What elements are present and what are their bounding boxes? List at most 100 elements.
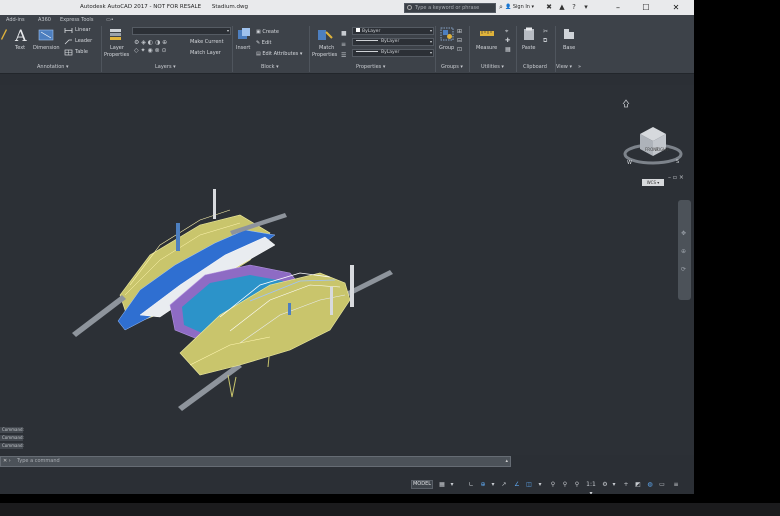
insert-button-label[interactable]: Insert [236,45,250,51]
search-go-icon[interactable]: ⌕ [497,3,505,11]
maximize-button[interactable]: ☐ [632,0,660,15]
block-group-label[interactable]: Block ▾ [261,64,279,70]
match-properties-icon[interactable] [317,27,333,41]
tab-options-icon[interactable]: ▭• [106,17,114,23]
measure-icon[interactable] [479,29,495,39]
dimension-icon[interactable] [38,27,54,41]
command-line[interactable]: ✕ › Type a command ▴ [0,456,511,467]
command-close-icon[interactable]: ✕ › [3,457,11,466]
linear-dim-icon[interactable] [64,27,73,34]
annotation-visibility-icon[interactable]: ⚲ [548,480,558,489]
edit-block-button[interactable]: ✎ Edit [256,40,271,46]
search-icon [407,5,412,10]
help-icon[interactable]: ? [570,3,578,11]
clean-screen-icon[interactable]: ▭ [657,480,667,489]
text-icon[interactable]: A [14,26,30,43]
polar-dropdown-icon[interactable]: ▾ [489,480,497,489]
leader-button-label[interactable]: Leader [75,38,92,44]
ortho-icon[interactable]: ∟ [467,480,475,489]
group-icon[interactable] [440,27,454,41]
lineweight-dropdown[interactable]: ByLayer ▾ [352,49,434,57]
create-block-button[interactable]: ▣ Create [256,29,279,35]
insert-block-icon[interactable] [236,27,252,41]
layer-properties-label-1[interactable]: Layer [110,45,124,51]
polar-tracking-icon[interactable]: ⊕ [478,480,488,489]
utility-tools-icons[interactable]: ⌖ ✚ ▦ [505,27,511,54]
minimize-button[interactable]: – [604,0,632,15]
annotation-monitor-icon[interactable]: + [621,480,631,489]
leader-icon[interactable] [64,38,73,45]
wcs-menu[interactable]: WCS ▾ [642,179,664,186]
isolate-objects-icon[interactable]: ◩ [633,480,643,489]
match-properties-label-2[interactable]: Properties [312,52,337,58]
viewcube[interactable]: FRONT RIGHT W S [618,96,688,176]
close-button[interactable]: ✕ [662,0,690,15]
base-view-icon[interactable] [562,27,576,41]
layer-tools-icons[interactable]: ⚙ ◈ ◐ ◑ ⊕ ◇ ✦ ◉ ⊗ ⊙ [134,39,184,59]
layer-dropdown[interactable]: ▾ [132,27,231,35]
pencil-icon[interactable] [0,27,8,41]
orbit-icon[interactable]: ⟳ [681,266,686,273]
tab-express-tools[interactable]: Express Tools [60,17,93,23]
color-dropdown[interactable]: ByLayer ▾ [352,27,434,35]
command-history-line: Command: [0,427,24,433]
hardware-acceleration-icon[interactable]: ◍ [645,480,655,489]
edit-attributes-button[interactable]: ▤ Edit Attributes ▾ [256,51,302,57]
linetype-dropdown[interactable]: ByLayer ▾ [352,38,434,46]
workspace-gear-icon[interactable]: ⚙ [600,480,610,489]
measure-button-label[interactable]: Measure [476,45,497,51]
match-properties-label-1[interactable]: Match [319,45,334,51]
utilities-group-label[interactable]: Utilities ▾ [481,64,504,70]
snap-dropdown-icon[interactable]: ▾ [448,480,456,489]
layer-properties-label-2[interactable]: Properties [104,52,129,58]
ribbon-expand-icon[interactable]: » [578,64,581,70]
model-space-button[interactable]: MODEL [411,480,433,489]
exchange-apps-icon[interactable]: ✖ [545,3,553,11]
clipboard-group-label[interactable]: Clipboard [523,64,547,70]
workspace-dropdown-icon[interactable]: ▾ [610,480,618,489]
product-name: Autodesk AutoCAD 2017 - NOT FOR RESALE [80,4,202,10]
annotation-scale-icon[interactable]: ⚲ [572,480,582,489]
search-input[interactable]: Type a keyword or phrase [404,3,496,13]
a360-icon[interactable]: ▲ [558,3,566,11]
home-icon[interactable] [622,99,630,108]
dimension-button-label[interactable]: Dimension [33,45,60,51]
zoom-icon[interactable]: ⊕ [681,248,686,255]
annotation-group-label[interactable]: Annotation ▾ [37,64,69,70]
view-group-label[interactable]: View ▾ [556,64,572,70]
object-snap-icon[interactable]: ◫ [524,480,534,489]
make-current-button[interactable]: Make Current [190,39,224,45]
group-button-label[interactable]: Group [439,45,454,51]
text-button-label[interactable]: Text [15,45,25,51]
sign-in-link[interactable]: 👤 Sign In ▾ [505,4,534,10]
base-button-label[interactable]: Base [563,45,575,51]
customization-menu-icon[interactable]: ≡ [670,480,682,489]
layer-properties-icon[interactable] [108,27,124,41]
pan-icon[interactable]: ✥ [681,230,686,237]
user-icon: 👤 [505,4,512,10]
paste-icon[interactable] [523,27,535,41]
paste-button-label[interactable]: Paste [522,45,536,51]
match-layer-button[interactable]: Match Layer [190,50,221,56]
layers-group-label[interactable]: Layers ▾ [155,64,176,70]
navigation-bar[interactable]: ✥ ⊕ ⟳ [678,200,691,300]
stadium-model[interactable] [0,85,694,455]
help-dropdown-icon[interactable]: ▾ [582,3,590,11]
linear-button-label[interactable]: Linear [75,27,91,33]
command-dropdown-icon[interactable]: ▴ [505,457,508,466]
isodraft-icon[interactable]: ↗ [499,480,509,489]
table-button-label[interactable]: Table [75,49,88,55]
object-snap-tracking-icon[interactable]: ∠ [512,480,522,489]
group-tools-icons[interactable]: ⊞ ⊟ ⊡ [457,27,462,54]
grid-icon[interactable]: ▦ [437,480,447,489]
drawing-viewport[interactable]: – ▫ × [0,85,694,455]
table-icon[interactable] [64,49,73,56]
tab-a360[interactable]: A360 [38,17,51,23]
auto-scale-icon[interactable]: ⚲ [560,480,570,489]
tab-add-ins[interactable]: Add-ins [6,17,25,23]
clipboard-tools-icons[interactable]: ✂ ⧉ [543,27,548,45]
osnap-dropdown-icon[interactable]: ▾ [536,480,544,489]
annotation-scale-value[interactable]: 1:1 ▾ [584,480,598,494]
properties-group-label[interactable]: Properties ▾ [356,64,385,70]
groups-group-label[interactable]: Groups ▾ [441,64,463,70]
